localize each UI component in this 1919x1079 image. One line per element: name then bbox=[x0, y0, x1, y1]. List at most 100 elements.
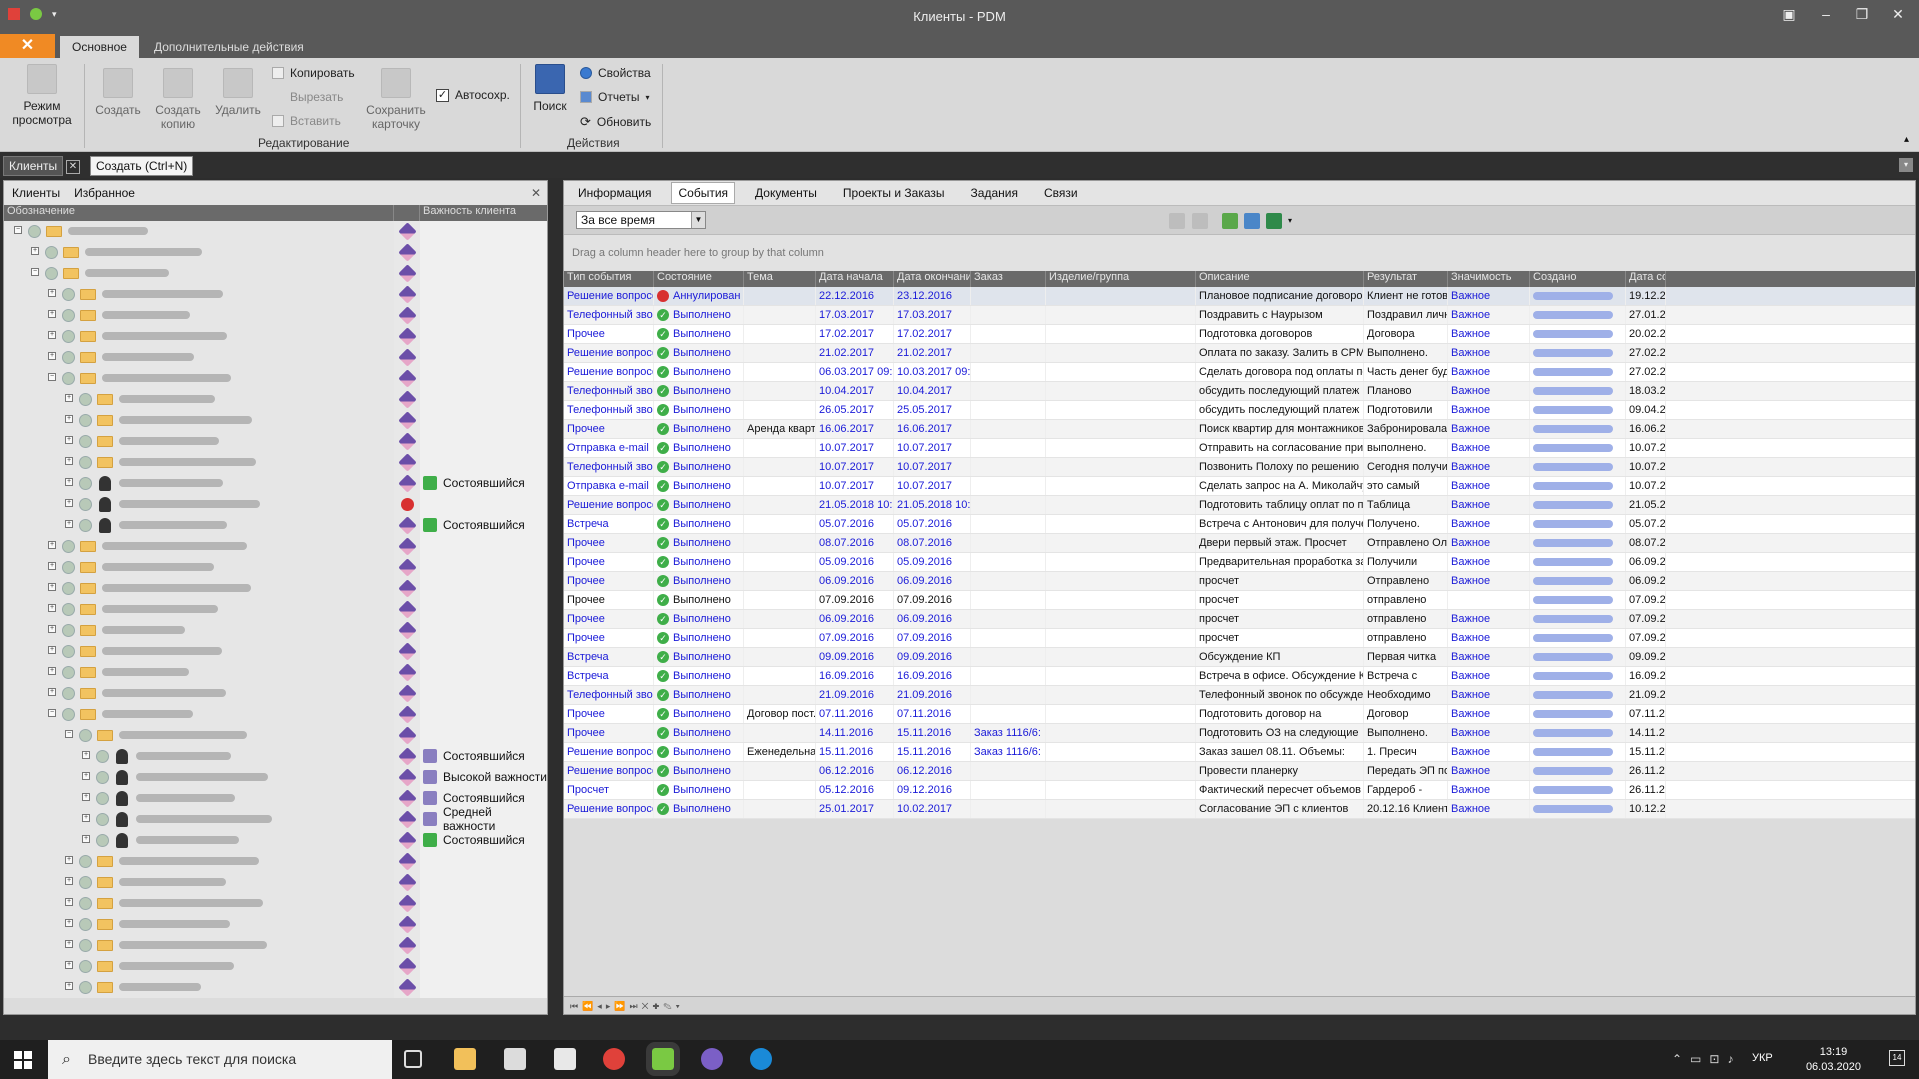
edit-cell[interactable] bbox=[394, 262, 420, 284]
event-cell[interactable] bbox=[1530, 610, 1626, 628]
event-row[interactable]: Решение вопросов✓ Выполнено Еженедельная..… bbox=[564, 743, 1915, 762]
event-cell[interactable]: Обсуждение КП bbox=[1196, 648, 1364, 666]
expand-toggle-icon[interactable]: + bbox=[65, 519, 73, 528]
event-cell[interactable]: обсудить последующий платеж bbox=[1196, 401, 1364, 419]
event-cell[interactable]: 16.09.2016 bbox=[894, 667, 971, 685]
tree-row-name[interactable]: + bbox=[4, 619, 394, 641]
event-cell[interactable] bbox=[1530, 420, 1626, 438]
event-cell[interactable] bbox=[744, 762, 816, 780]
event-row[interactable]: Отправка e-mail ✓ Выполнено 10.07.2017 10.07… bbox=[564, 439, 1915, 458]
expand-toggle-icon[interactable]: + bbox=[82, 813, 90, 822]
expand-toggle-icon[interactable]: + bbox=[65, 498, 73, 507]
event-cell[interactable] bbox=[1046, 610, 1196, 628]
event-cell[interactable]: Решение вопросов bbox=[564, 743, 654, 761]
edit-cell[interactable] bbox=[394, 388, 420, 410]
event-cell[interactable] bbox=[1046, 686, 1196, 704]
event-cell[interactable]: 10.07.2 bbox=[1626, 439, 1666, 457]
event-cell[interactable] bbox=[744, 382, 816, 400]
event-cell[interactable] bbox=[1530, 515, 1626, 533]
event-cell[interactable]: ✓ Выполнено bbox=[654, 610, 744, 628]
event-cell[interactable] bbox=[971, 686, 1046, 704]
tree-row-name[interactable]: + bbox=[4, 682, 394, 704]
save-card-button[interactable]: Сохранить карточку bbox=[360, 68, 432, 131]
event-cell[interactable]: 05.09.2016 bbox=[894, 553, 971, 571]
expand-toggle-icon[interactable]: + bbox=[65, 960, 73, 969]
event-row[interactable]: Отправка e-mail ✓ Выполнено 10.07.2017 10.07… bbox=[564, 477, 1915, 496]
grid-column-header[interactable]: Результат bbox=[1364, 271, 1448, 287]
tree-row[interactable]: − bbox=[4, 703, 547, 725]
event-cell[interactable]: 17.03.2017 bbox=[894, 306, 971, 324]
tree-row-name[interactable]: + bbox=[4, 829, 394, 851]
event-cell[interactable] bbox=[1530, 762, 1626, 780]
expand-toggle-icon[interactable]: + bbox=[48, 603, 56, 612]
expand-toggle-icon[interactable]: + bbox=[48, 309, 56, 318]
doc-tab-clients[interactable]: Клиенты bbox=[3, 156, 64, 176]
event-cell[interactable]: Выполнено. bbox=[1364, 344, 1448, 362]
event-cell[interactable]: ✓ Выполнено bbox=[654, 306, 744, 324]
event-cell[interactable]: просчет bbox=[1196, 591, 1364, 609]
event-cell[interactable]: Важное bbox=[1448, 762, 1530, 780]
copy-button[interactable]: Копировать bbox=[272, 66, 355, 80]
export-excel-icon[interactable] bbox=[1266, 213, 1282, 229]
event-cell[interactable] bbox=[1530, 439, 1626, 457]
event-cell[interactable] bbox=[744, 648, 816, 666]
event-cell[interactable] bbox=[1530, 800, 1626, 818]
event-cell[interactable]: ✓ Выполнено bbox=[654, 572, 744, 590]
event-cell[interactable] bbox=[1530, 553, 1626, 571]
doc-tab-create[interactable]: Создать (Ctrl+N) bbox=[90, 156, 194, 176]
event-row[interactable]: Прочее ✓ Выполнено 05.09.2016 05.09.2016 Пред… bbox=[564, 553, 1915, 572]
event-cell[interactable]: 21.09.2016 bbox=[816, 686, 894, 704]
event-cell[interactable] bbox=[744, 363, 816, 381]
event-cell[interactable]: Встреча bbox=[564, 648, 654, 666]
event-cell[interactable] bbox=[744, 515, 816, 533]
event-row[interactable]: Телефонный звонок✓ Выполнено 10.04.201710.… bbox=[564, 382, 1915, 401]
edit-cell[interactable] bbox=[394, 745, 420, 767]
tree-row-name[interactable]: + bbox=[4, 766, 394, 788]
event-cell[interactable]: 15.11.2 bbox=[1626, 743, 1666, 761]
event-cell[interactable] bbox=[1046, 439, 1196, 457]
event-cell[interactable]: Важное bbox=[1448, 610, 1530, 628]
event-cell[interactable]: 07.09.2016 bbox=[816, 591, 894, 609]
event-cell[interactable]: Телефонный звонок по обсуждению bbox=[1196, 686, 1364, 704]
tree-row[interactable]: − bbox=[4, 220, 547, 242]
edit-cell[interactable] bbox=[394, 283, 420, 305]
expand-toggle-icon[interactable]: + bbox=[82, 792, 90, 801]
event-cell[interactable]: Передать ЭП по bbox=[1364, 762, 1448, 780]
edit-cell[interactable] bbox=[394, 346, 420, 368]
event-cell[interactable]: 17.02.2017 bbox=[816, 325, 894, 343]
event-cell[interactable]: Телефонный звонок bbox=[564, 686, 654, 704]
event-cell[interactable]: 10.04.2017 bbox=[894, 382, 971, 400]
event-cell[interactable]: ✓ Выполнено bbox=[654, 781, 744, 799]
event-cell[interactable] bbox=[1046, 287, 1196, 305]
expand-toggle-icon[interactable]: + bbox=[65, 981, 73, 990]
event-cell[interactable]: Поздравить с Наурызом bbox=[1196, 306, 1364, 324]
refresh-button[interactable]: ⟳ Обновить bbox=[580, 114, 651, 130]
event-cell[interactable]: 25.05.2017 bbox=[894, 401, 971, 419]
event-cell[interactable]: 15.11.2016 bbox=[894, 743, 971, 761]
tree-row-name[interactable]: + bbox=[4, 325, 394, 347]
event-cell[interactable] bbox=[1046, 591, 1196, 609]
event-cell[interactable] bbox=[1530, 572, 1626, 590]
tree-row[interactable]: + bbox=[4, 850, 547, 872]
edit-cell[interactable] bbox=[394, 430, 420, 452]
event-cell[interactable]: Важное bbox=[1448, 629, 1530, 647]
event-cell[interactable]: 07.09.2016 bbox=[894, 629, 971, 647]
file-explorer-icon[interactable] bbox=[454, 1048, 476, 1070]
event-cell[interactable]: ✓ Выполнено bbox=[654, 344, 744, 362]
expand-toggle-icon[interactable]: + bbox=[82, 771, 90, 780]
event-cell[interactable]: Необходимо bbox=[1364, 686, 1448, 704]
event-row[interactable]: Прочее ✓ Выполнено 06.09.2016 06.09.2016 прос… bbox=[564, 572, 1915, 591]
event-cell[interactable]: просчет bbox=[1196, 610, 1364, 628]
event-cell[interactable]: Важное bbox=[1448, 363, 1530, 381]
event-cell[interactable]: 07.09.2 bbox=[1626, 591, 1666, 609]
event-cell[interactable]: Прочее bbox=[564, 705, 654, 723]
close-doc-tab-icon[interactable]: ✕ bbox=[66, 160, 80, 174]
tree-row[interactable]: + Состоявшийся bbox=[4, 745, 547, 767]
event-cell[interactable]: обсудить последующий платеж bbox=[1196, 382, 1364, 400]
event-cell[interactable]: 14.11.2 bbox=[1626, 724, 1666, 742]
event-cell[interactable] bbox=[744, 287, 816, 305]
tree-row[interactable]: + bbox=[4, 598, 547, 620]
event-cell[interactable]: 16.09.2 bbox=[1626, 667, 1666, 685]
event-cell[interactable] bbox=[1530, 477, 1626, 495]
mail-icon[interactable] bbox=[554, 1048, 576, 1070]
